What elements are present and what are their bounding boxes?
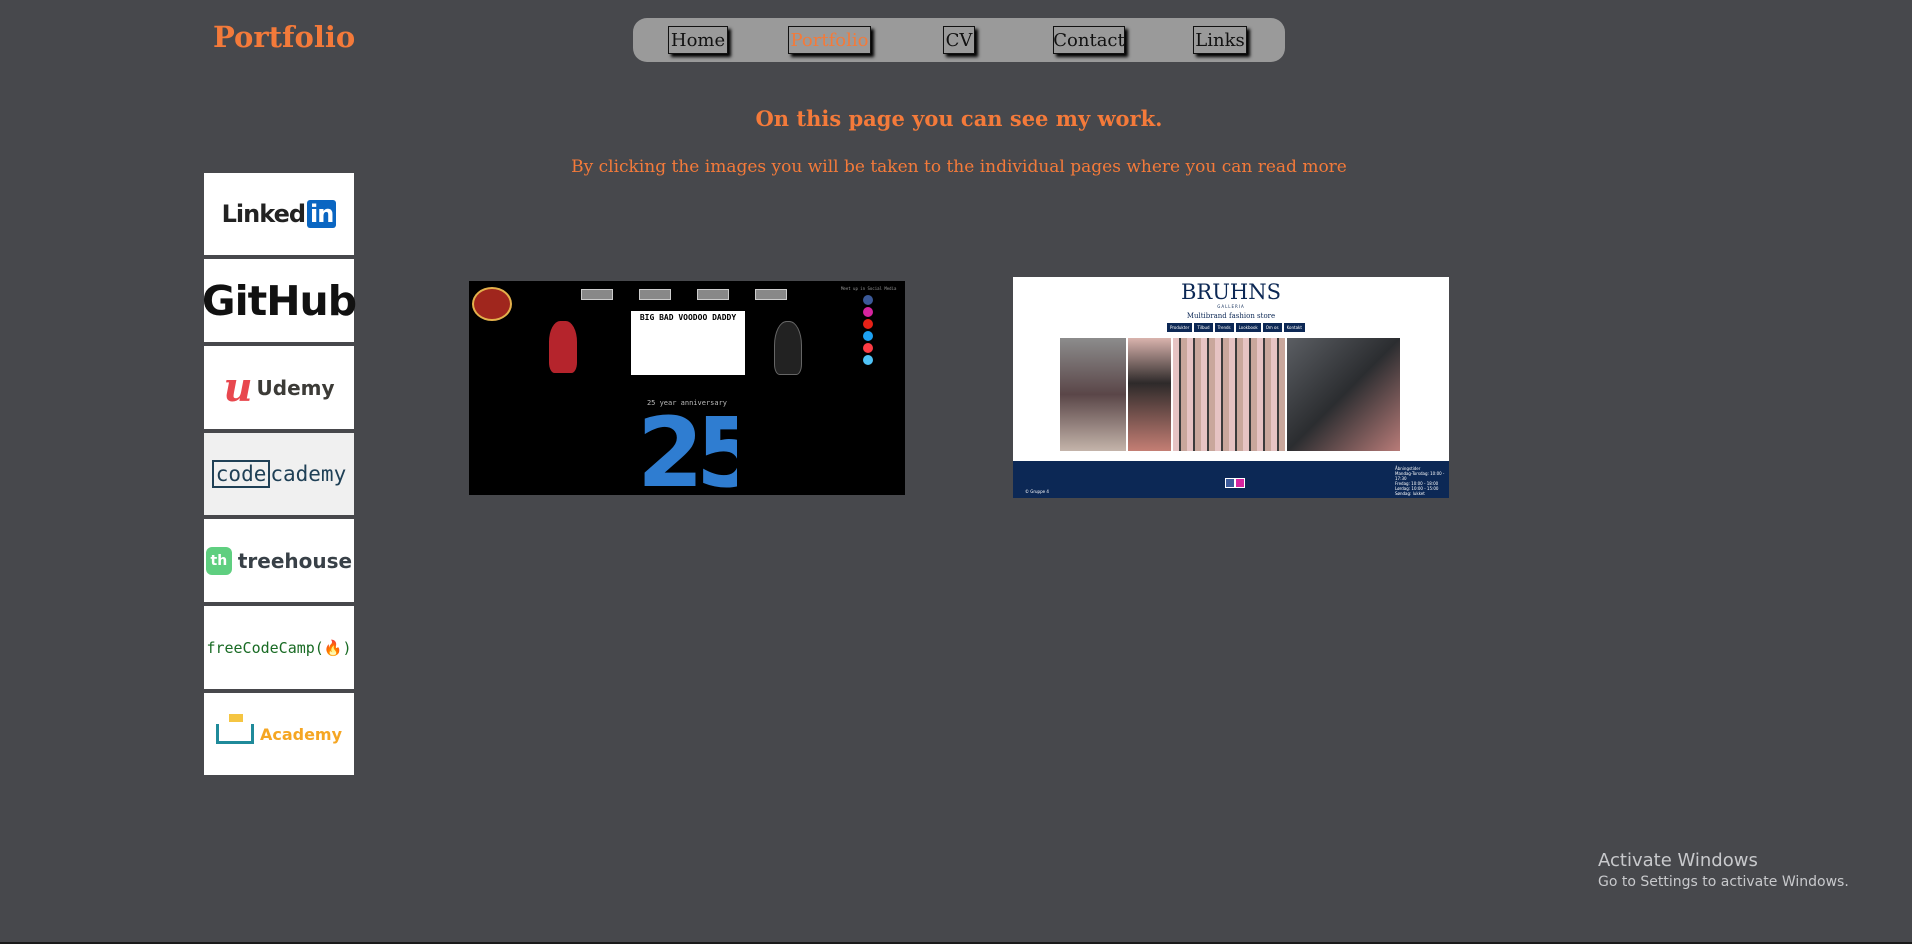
github-logo-icon: GitHub xyxy=(201,276,357,325)
activate-windows-watermark: Activate Windows Go to Settings to activ… xyxy=(1598,850,1849,890)
academy-logo-icon: Academy xyxy=(215,714,343,744)
bruhns-subtitle: Multibrand fashion store xyxy=(1186,312,1276,320)
bruhns-hours-line: Mandag-Torsdag: 10:00 - 17:30 xyxy=(1395,471,1445,481)
bruhns-project-thumbnail[interactable]: BRUHNS GALLERIA Multibrand fashion store… xyxy=(1013,277,1449,498)
bruhns-small-caption: GALLERIA xyxy=(1217,304,1245,309)
bruhns-opening-hours: Åbningstider Mandag-Torsdag: 10:00 - 17:… xyxy=(1395,466,1449,496)
activate-windows-subtitle: Go to Settings to activate Windows. xyxy=(1598,874,1849,890)
voodoo-logo-icon xyxy=(472,287,512,321)
voodoo-anniversary-text: 25 year anniversary xyxy=(646,399,728,407)
youtube-icon xyxy=(863,319,873,329)
bruhns-title: BRUHNS xyxy=(1180,280,1282,304)
voodoo-banner-title: BIG BAD VOODOO DADDY xyxy=(639,313,737,322)
linkedin-logo-text: Linked xyxy=(221,200,306,228)
voodoo-banner: BIG BAD VOODOO DADDY xyxy=(631,311,745,375)
linkedin-logo-badge: in xyxy=(307,200,337,228)
voodoo-social-caption: Meet up in Social Media xyxy=(841,286,897,291)
udemy-logo-icon: u Udemy xyxy=(223,364,334,411)
nav-home-button[interactable]: Home xyxy=(668,26,728,54)
twitter-icon xyxy=(863,331,873,341)
treehouse-mark: th xyxy=(205,546,232,575)
bruhns-nav-item: Om os xyxy=(1262,323,1282,332)
freecodecamp-logo-icon: freeCodeCamp(🔥) xyxy=(206,638,352,657)
nav-portfolio-button[interactable]: Portfolio xyxy=(788,26,871,54)
udemy-logo-text: Udemy xyxy=(256,375,335,400)
codecademy-box: code xyxy=(211,460,271,488)
facebook-icon xyxy=(863,295,873,305)
bruhns-photo xyxy=(1128,338,1171,451)
linkedin-link[interactable]: Linked in xyxy=(204,173,354,255)
voodoo-project-thumbnail[interactable]: Meet up in Social Media BIG BAD VOODOO D… xyxy=(469,281,905,495)
activate-windows-title: Activate Windows xyxy=(1598,850,1758,871)
instagram-icon xyxy=(863,307,873,317)
bruhns-photo xyxy=(1173,338,1285,451)
voodoo-25-graphic: 25 xyxy=(637,411,737,495)
academy-mark xyxy=(215,714,254,744)
instagram-icon xyxy=(1235,478,1245,488)
bruhns-copyright: © Gruppe 4 xyxy=(1025,489,1049,494)
linkedin-logo-icon: Linked in xyxy=(222,200,337,228)
treehouse-link[interactable]: th treehouse xyxy=(204,519,354,602)
academy-logo-text: Academy xyxy=(259,724,343,744)
bruhns-nav-item: Produkter xyxy=(1167,323,1193,332)
bruhns-footer: Åbningstider Mandag-Torsdag: 10:00 - 17:… xyxy=(1013,461,1449,498)
page-headline: On this page you can see my work. xyxy=(755,106,1163,131)
voodoo-character-image xyxy=(774,321,802,375)
codecademy-logo-icon: code cademy xyxy=(211,460,347,488)
music-icon xyxy=(863,343,873,353)
freecodecamp-link[interactable]: freeCodeCamp(🔥) xyxy=(204,606,354,689)
udemy-link[interactable]: u Udemy xyxy=(204,346,354,429)
voodoo-nav-button xyxy=(755,289,787,300)
voodoo-character-image xyxy=(549,321,577,373)
codecademy-link[interactable]: code cademy xyxy=(204,433,354,515)
codecademy-logo-text: cademy xyxy=(270,462,347,486)
udemy-mark: u xyxy=(223,364,253,411)
github-link[interactable]: GitHub xyxy=(201,259,357,342)
site-title: Portfolio xyxy=(213,20,356,54)
bruhns-photo xyxy=(1060,338,1126,451)
bruhns-nav-item: Kontakt xyxy=(1283,323,1305,332)
treehouse-logo-icon: th treehouse xyxy=(205,546,353,575)
voodoo-nav-button xyxy=(581,289,613,300)
facebook-icon xyxy=(1225,478,1235,488)
voodoo-nav-button xyxy=(697,289,729,300)
nav-links-button[interactable]: Links xyxy=(1193,26,1247,54)
bruhns-hours-line: Søndag: lukket xyxy=(1395,491,1425,496)
bruhns-nav: Produkter Tilbud Trends Lookbook Om os K… xyxy=(1167,323,1305,332)
main-nav: Home Portfolio CV Contact Links xyxy=(633,18,1285,62)
academy-link[interactable]: Academy xyxy=(204,693,354,775)
bruhns-nav-item: Trends xyxy=(1214,323,1234,332)
voodoo-nav-button xyxy=(639,289,671,300)
nav-cv-button[interactable]: CV xyxy=(943,26,975,54)
bruhns-nav-item: Lookbook xyxy=(1235,323,1261,332)
bruhns-nav-item: Tilbud xyxy=(1194,323,1213,332)
shop-icon xyxy=(863,355,873,365)
nav-contact-button[interactable]: Contact xyxy=(1053,26,1125,54)
bruhns-photo xyxy=(1287,338,1400,451)
treehouse-logo-text: treehouse xyxy=(237,548,353,573)
